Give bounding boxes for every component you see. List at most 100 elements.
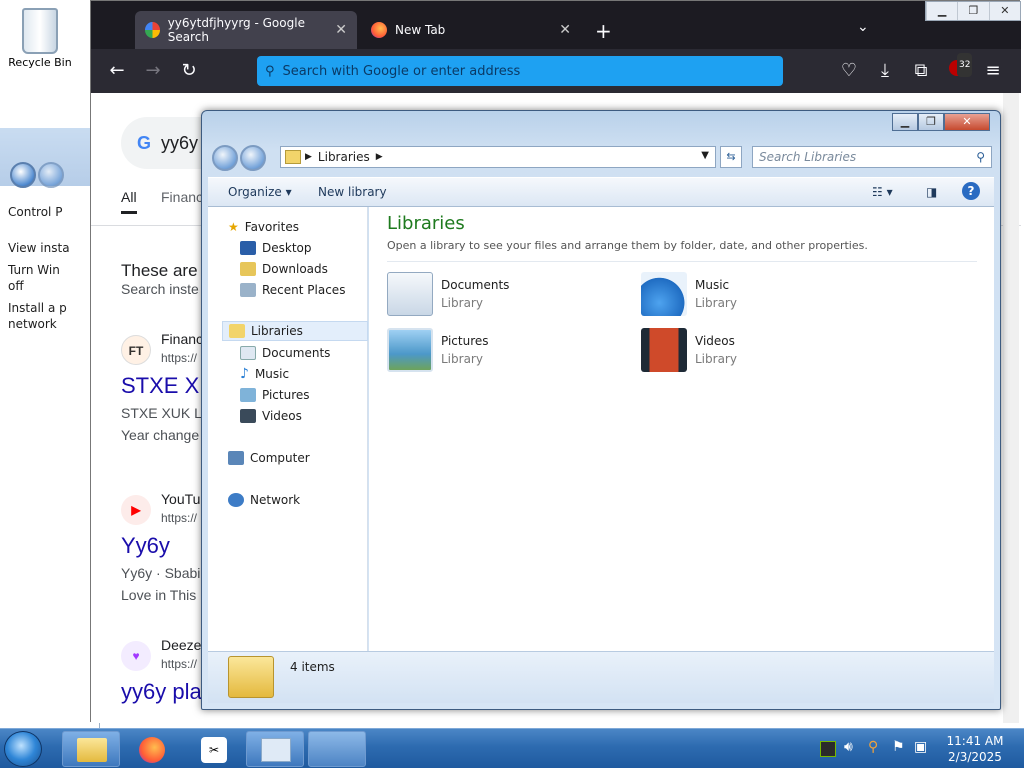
scrollbar[interactable] xyxy=(1003,93,1019,723)
refresh-icon[interactable]: ⇆ xyxy=(720,146,742,168)
result-url: https:// xyxy=(161,511,198,525)
nav-libraries[interactable]: Libraries xyxy=(222,321,368,341)
capcut-icon: ✂ xyxy=(201,737,227,763)
url-placeholder: Search with Google or enter address xyxy=(282,63,521,79)
result-snippet: Year change xyxy=(121,427,200,443)
change-view-icon[interactable]: ☷ ▾ xyxy=(872,185,893,199)
breadcrumb-arrow-icon[interactable]: ▶ xyxy=(305,152,312,162)
new-library-button[interactable]: New library xyxy=(318,185,387,199)
new-tab-plus-icon[interactable]: + xyxy=(595,19,612,43)
forward-arrow-icon[interactable] xyxy=(240,145,266,171)
notice-subheading[interactable]: Search inste xyxy=(121,281,199,297)
start-button[interactable] xyxy=(4,731,42,767)
forward-arrow-icon[interactable]: → xyxy=(141,59,165,83)
search-tab-finance[interactable]: Financ xyxy=(161,189,203,205)
navigation-pane: ★ Favorites Desktop Downloads Recent Plac… xyxy=(208,207,368,651)
taskbar-capcut[interactable]: ✂ xyxy=(184,731,242,767)
help-icon[interactable]: ? xyxy=(962,182,980,200)
minimize-icon[interactable]: ▁ xyxy=(892,113,918,131)
nvidia-icon[interactable] xyxy=(820,741,836,757)
clock-time: 11:41 AM xyxy=(946,734,1004,748)
library-pictures[interactable]: Pictures Library xyxy=(387,325,617,375)
tab-new-tab[interactable]: New Tab ✕ xyxy=(361,11,581,49)
hamburger-menu-icon[interactable]: ≡ xyxy=(981,59,1005,83)
minimize-icon[interactable]: ▁ xyxy=(926,2,957,20)
nav-computer[interactable]: Computer xyxy=(228,448,388,468)
videos-library-icon xyxy=(641,328,687,372)
library-type: Library xyxy=(441,352,483,366)
search-libraries-input[interactable]: Search Libraries ⚲ xyxy=(752,146,992,168)
back-arrow-icon[interactable] xyxy=(10,162,36,188)
pocket-icon[interactable]: ♡ xyxy=(837,59,861,83)
action-center-flag-icon[interactable]: ⚑ xyxy=(892,739,905,755)
nav-network[interactable]: Network xyxy=(228,490,388,510)
control-panel-icon xyxy=(261,738,291,762)
google-icon xyxy=(145,22,160,38)
tab-google-search[interactable]: yy6ytdfjhyyrg - Google Search ✕ xyxy=(135,11,357,49)
back-arrow-icon[interactable]: ← xyxy=(105,59,129,83)
library-documents[interactable]: Documents Library xyxy=(387,269,617,319)
command-bar: Organize ▾ New library ☷ ▾ ◨ ? xyxy=(208,177,994,207)
maximize-icon[interactable]: ❐ xyxy=(957,2,988,20)
result-snippet: Yy6y · Sbabi xyxy=(121,565,201,581)
volume-icon[interactable]: 🔊︎ xyxy=(844,739,853,755)
network-icon xyxy=(228,493,244,507)
search-icon: ⚲ xyxy=(976,150,985,164)
clock[interactable]: 11:41 AM 2/3/2025 xyxy=(930,733,1020,765)
network-icon[interactable]: ▣ xyxy=(914,739,927,755)
content-heading: Libraries xyxy=(387,213,465,234)
library-videos[interactable]: Videos Library xyxy=(641,325,871,375)
organize-button[interactable]: Organize ▾ xyxy=(228,185,292,199)
music-library-icon xyxy=(641,272,687,316)
result-title[interactable]: STXE X xyxy=(121,373,199,399)
address-bar[interactable]: ▶ Libraries ▶ ▼ xyxy=(280,146,716,168)
spelling-notice: These are Search inste xyxy=(121,261,199,297)
notice-heading: These are xyxy=(121,261,198,280)
desktop-icon xyxy=(240,241,256,255)
nav-favorites[interactable]: ★ Favorites xyxy=(228,217,388,237)
url-bar[interactable]: ⚲ Search with Google or enter address xyxy=(257,56,783,86)
tab-label: New Tab xyxy=(395,23,446,37)
search-tab-all[interactable]: All xyxy=(121,189,137,214)
documents-library-icon xyxy=(387,272,433,316)
preview-pane-icon[interactable]: ◨ xyxy=(926,185,937,199)
search-query: yy6y xyxy=(161,132,199,153)
search-placeholder: Search Libraries xyxy=(759,150,857,164)
search-icon[interactable]: ⚲ xyxy=(868,739,878,755)
firefox-icon xyxy=(371,22,387,38)
breadcrumb-arrow-icon[interactable]: ▶ xyxy=(376,152,383,162)
music-icon: ♪ xyxy=(240,366,249,382)
close-icon[interactable]: ✕ xyxy=(944,113,990,131)
clock-date: 2/3/2025 xyxy=(948,750,1002,764)
breadcrumb-libraries[interactable]: Libraries xyxy=(318,150,370,164)
library-music[interactable]: Music Library xyxy=(641,269,871,319)
folder-icon xyxy=(77,738,107,762)
ublock-extension-icon[interactable]: 32 xyxy=(945,53,973,83)
forward-arrow-icon[interactable] xyxy=(38,162,64,188)
library-type: Library xyxy=(695,352,737,366)
back-arrow-icon[interactable] xyxy=(212,145,238,171)
deezer-icon: ♥ xyxy=(121,641,151,671)
library-name: Videos xyxy=(695,334,735,348)
videos-icon xyxy=(240,409,256,423)
list-tabs-chevron-icon[interactable]: ⌄ xyxy=(857,19,869,35)
address-dropdown-icon[interactable]: ▼ xyxy=(701,150,709,161)
taskbar-window-thumbnail[interactable] xyxy=(308,731,366,767)
recycle-bin-label: Recycle Bin xyxy=(8,56,72,69)
download-icon[interactable]: ⤓ xyxy=(873,59,897,83)
reload-icon[interactable]: ↻ xyxy=(177,59,201,83)
result-title[interactable]: Yy6y xyxy=(121,533,170,559)
close-icon[interactable]: ✕ xyxy=(988,2,1020,20)
result-title[interactable]: yy6y pla xyxy=(121,679,202,705)
close-tab-icon[interactable]: ✕ xyxy=(335,22,347,38)
recycle-bin-shortcut[interactable]: Recycle Bin xyxy=(4,4,76,80)
taskbar: ✂ 🔊︎ ⚲ ⚑ ▣ 11:41 AM 2/3/2025 xyxy=(0,728,1024,768)
taskbar-control-panel[interactable] xyxy=(246,731,304,767)
library-type: Library xyxy=(441,296,483,310)
close-tab-icon[interactable]: ✕ xyxy=(559,22,571,38)
content-pane: Libraries Open a library to see your fil… xyxy=(369,207,994,651)
taskbar-firefox[interactable] xyxy=(122,731,180,767)
extensions-puzzle-icon[interactable]: ⧉ xyxy=(909,59,933,83)
taskbar-explorer[interactable] xyxy=(62,731,120,767)
maximize-icon[interactable]: ❐ xyxy=(918,113,944,131)
